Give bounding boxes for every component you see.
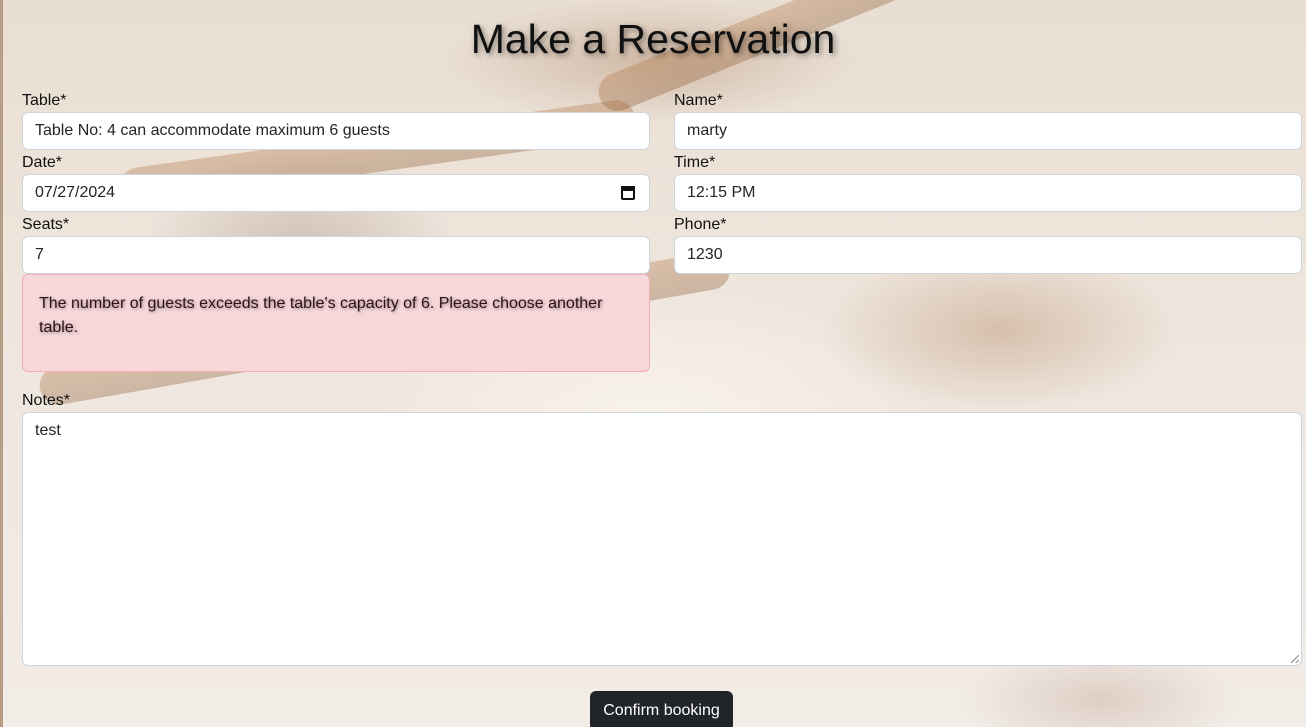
- time-label: Time*: [674, 154, 716, 171]
- phone-value: 1230: [687, 246, 723, 263]
- page-title: Make a Reservation: [470, 16, 836, 62]
- time-value: 12:15 PM: [687, 184, 756, 201]
- table-label: Table*: [22, 92, 67, 109]
- confirm-booking-button[interactable]: Confirm booking: [590, 691, 733, 727]
- seats-value: 7: [35, 246, 44, 263]
- name-input[interactable]: marty: [674, 112, 1302, 150]
- notes-value: test: [35, 422, 61, 439]
- notes-group: Notes* test: [22, 390, 1302, 666]
- name-label: Name*: [674, 92, 723, 109]
- seats-label: Seats*: [22, 216, 70, 233]
- notes-label: Notes*: [22, 392, 71, 409]
- time-group: Time* 12:15 PM: [674, 152, 1302, 212]
- table-value: Table No: 4 can accommodate maximum 6 gu…: [35, 122, 390, 139]
- date-value: 07/27/2024: [35, 184, 116, 201]
- date-group: Date* 07/27/2024: [22, 152, 650, 212]
- resize-handle-icon[interactable]: [1291, 655, 1299, 663]
- notes-textarea[interactable]: test: [22, 412, 1302, 666]
- time-input[interactable]: 12:15 PM: [674, 174, 1302, 212]
- table-select[interactable]: Table No: 4 can accommodate maximum 6 gu…: [22, 112, 650, 150]
- phone-group: Phone* 1230: [674, 214, 1302, 274]
- seats-group: Seats* 7 The number of guests exceeds th…: [22, 214, 650, 372]
- table-group: Table* Table No: 4 can accommodate maxim…: [22, 90, 650, 150]
- date-label: Date*: [22, 154, 63, 171]
- capacity-error-alert: The number of guests exceeds the table's…: [22, 274, 650, 372]
- date-input[interactable]: 07/27/2024: [22, 174, 650, 212]
- seats-input[interactable]: 7: [22, 236, 650, 274]
- name-group: Name* marty: [674, 90, 1302, 150]
- calendar-icon[interactable]: [621, 186, 635, 200]
- reservation-page: Make a Reservation Table* Table No: 4 ca…: [0, 0, 1306, 727]
- name-value: marty: [687, 122, 727, 139]
- phone-label: Phone*: [674, 216, 727, 233]
- phone-input[interactable]: 1230: [674, 236, 1302, 274]
